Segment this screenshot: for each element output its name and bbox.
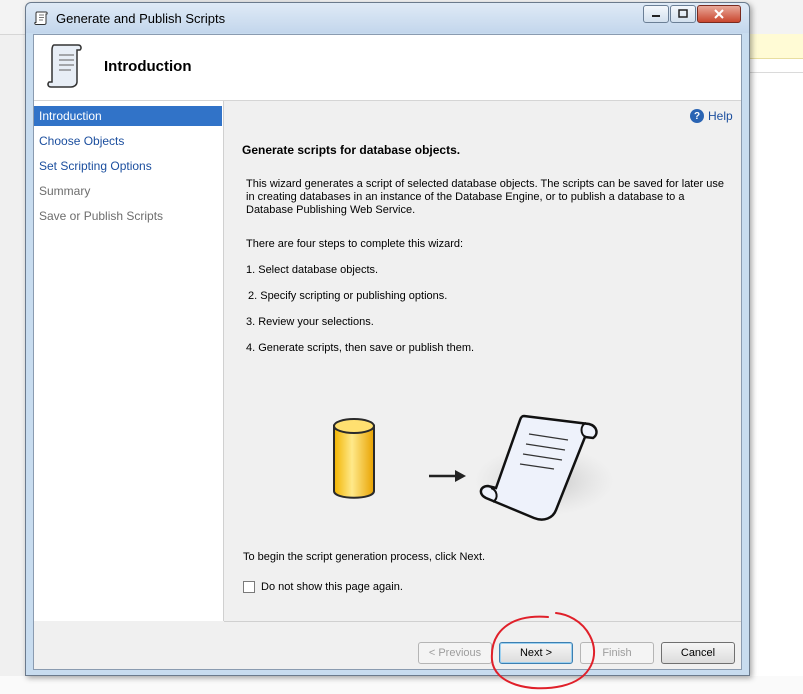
script-scroll-icon [474,414,614,521]
help-icon: ? [690,109,704,123]
minimize-button[interactable] [643,5,669,23]
background-app-bottom [0,676,803,694]
background-info-bar [750,34,803,59]
minimize-icon [652,15,660,17]
window-title: Generate and Publish Scripts [56,11,226,26]
footer-divider [224,621,741,622]
finish-button[interactable]: Finish [580,642,654,664]
wizard-step-list: Introduction Choose Objects Set Scriptin… [34,101,224,621]
previous-button[interactable]: < Previous [418,642,492,664]
close-icon [714,9,724,19]
do-not-show-label: Do not show this page again. [261,581,403,593]
help-link[interactable]: ? Help [690,109,733,123]
cancel-button[interactable]: Cancel [661,642,735,664]
background-app-panel [750,34,803,694]
sidebar-item-introduction[interactable]: Introduction [34,106,222,126]
steps-intro: There are four steps to complete this wi… [246,238,464,250]
close-button[interactable] [697,5,741,23]
step-item: 4. Generate scripts, then save or publis… [246,342,475,354]
maximize-icon [678,9,688,18]
script-scroll-icon [34,11,48,25]
sidebar-item-save-or-publish: Save or Publish Scripts [39,209,164,223]
help-label: Help [708,109,733,123]
background-divider [750,72,803,73]
wizard-window: Generate and Publish Scripts Introductio… [25,2,750,676]
step-item: 3. Review your selections. [246,316,374,328]
database-icon [333,418,375,499]
step-item: 2. Specify scripting or publishing optio… [248,290,448,302]
do-not-show-row[interactable]: Do not show this page again. [243,581,403,593]
arrow-right-icon [429,470,466,482]
sidebar-item-choose-objects[interactable]: Choose Objects [34,131,222,151]
begin-instruction: To begin the script generation process, … [243,551,486,563]
wizard-content: ? Help Generate scripts for database obj… [224,101,741,621]
title-bar[interactable]: Generate and Publish Scripts [26,3,749,33]
maximize-button[interactable] [670,5,696,23]
content-heading: Generate scripts for database objects. [242,143,461,157]
wizard-client: Introduction Introduction Choose Objects… [33,34,742,670]
sidebar-item-summary: Summary [39,184,91,198]
illustration [333,414,614,521]
page-title: Introduction [104,58,192,75]
next-button[interactable]: Next > [499,642,573,664]
script-scroll-icon [47,44,82,88]
step-item: 1. Select database objects. [246,264,379,276]
wizard-description: This wizard generates a script of select… [246,178,724,216]
do-not-show-checkbox[interactable] [243,581,255,593]
wizard-header: Introduction [34,35,741,101]
sidebar-item-set-scripting-options[interactable]: Set Scripting Options [34,156,222,176]
